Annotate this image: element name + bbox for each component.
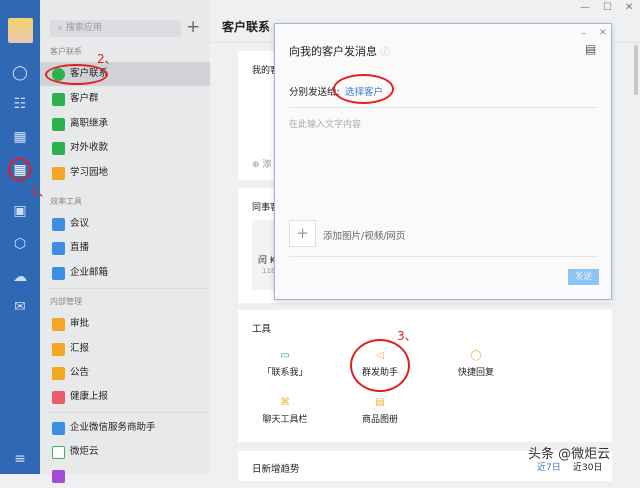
toolbar-icon: ⌘ [280, 397, 290, 408]
close-icon[interactable]: ✕ [599, 28, 607, 38]
album-icon: ▤ [375, 397, 385, 408]
sidebar-item-notice[interactable]: 公告 [40, 361, 210, 385]
annotation-step-2: 2、 [97, 52, 117, 66]
trend-title: 日新增趋势 [252, 464, 300, 475]
drive-icon[interactable]: ⬡ [11, 235, 29, 253]
app-rail: ◯ ☷ ▦ ▦ ▣ ⬡ ☁ ✉ ≡ [0, 0, 40, 474]
info-icon[interactable]: ⓘ [381, 48, 390, 58]
dialog-title-text: 向我的客户发消息 [289, 45, 377, 58]
annotation-step-3: 3、 [397, 329, 417, 343]
tool-product-album[interactable]: ▤ 商品图册 [345, 397, 415, 425]
section-label: 效率工具 [50, 197, 82, 206]
item-label: 企业邮箱 [70, 267, 109, 278]
sidebar-item-report[interactable]: 汇报 [40, 337, 210, 361]
tool-label: 快捷回复 [457, 368, 494, 378]
annotation-step-1: 1、 [31, 185, 51, 199]
add-media-button[interactable]: + [289, 220, 316, 247]
sidebar-item-payment[interactable]: 对外收款 [40, 136, 210, 160]
sidebar-item-customer-group[interactable]: 客户群 [40, 87, 210, 111]
tools-card: 工具 ▭ 「联系我」 ◁ 群发助手 ◯ 快捷回复 ⌘ 聊天工具栏 ▤ 商品图册 [238, 310, 612, 442]
add-button[interactable]: ⊕ 添 [252, 157, 271, 170]
item-label: 微炬云 [70, 446, 99, 457]
divider [48, 288, 208, 289]
send-button[interactable]: 发送 [568, 269, 599, 285]
annotation-circle-1 [8, 158, 31, 181]
scrollbar[interactable] [634, 45, 638, 95]
message-textarea[interactable]: 在此输入文字内容 [289, 117, 597, 227]
tool-label: 聊天工具栏 [262, 415, 308, 425]
sidebar-item-provider-assistant[interactable]: 企业微信服务商助手 [40, 416, 210, 440]
sidebar-item-weijuyun[interactable]: 微炬云 [40, 440, 210, 464]
item-label: 对外收款 [70, 142, 109, 153]
section-label: 内部管理 [50, 297, 82, 306]
annotation-circle-modal [333, 74, 394, 104]
send-to-label: 分别发送给: [289, 87, 340, 98]
sidebar-item-resign-inherit[interactable]: 离职继承 [40, 112, 210, 136]
cloud-icon[interactable]: ☁ [11, 268, 29, 286]
search-input[interactable]: ⌕ 搜索应用 [50, 20, 181, 37]
calendar-icon[interactable]: ▦ [11, 128, 29, 146]
sidebar-item-mail[interactable]: 企业邮箱 [40, 261, 210, 285]
watermark: 头条 @微炬云 [528, 447, 611, 462]
tool-quick-reply[interactable]: ◯ 快捷回复 [441, 350, 511, 378]
sidebar-item-more[interactable] [40, 464, 210, 488]
item-label: 离职继承 [70, 118, 109, 129]
textarea-placeholder: 在此输入文字内容 [289, 120, 362, 130]
add-label: 添 [262, 160, 272, 170]
org-chart-icon[interactable]: ☷ [11, 95, 29, 113]
item-label: 公告 [70, 367, 90, 378]
minimize-icon[interactable]: — [580, 2, 590, 13]
reply-icon: ◯ [470, 350, 482, 361]
tools-title: 工具 [252, 324, 272, 335]
item-label: 学习园地 [70, 167, 109, 178]
sidebar-item-live[interactable]: 直播 [40, 236, 210, 260]
sidebar-item-approval[interactable]: 审批 [40, 312, 210, 336]
item-label: 健康上报 [70, 391, 109, 402]
annotation-circle-3 [350, 339, 410, 392]
menu-icon[interactable]: ≡ [11, 450, 29, 468]
sidebar-item-learning[interactable]: 学习园地 [40, 161, 210, 185]
send-message-dialog: – ✕ 向我的客户发消息 ⓘ ▤ 分别发送给: 选择客户 在此输入文字内容 + … [274, 23, 612, 300]
tool-label: 「联系我」 [262, 368, 308, 378]
doc-icon[interactable]: ▣ [11, 202, 29, 220]
add-media-label[interactable]: 添加图片/视频/网页 [323, 228, 405, 242]
item-label: 直播 [70, 242, 90, 253]
tool-chat-toolbar[interactable]: ⌘ 聊天工具栏 [250, 397, 320, 425]
maximize-icon[interactable]: ☐ [603, 2, 612, 13]
page-title: 客户联系 [222, 20, 271, 34]
message-icon: ▭ [280, 350, 290, 361]
annotation-circle-2 [45, 64, 108, 85]
add-app-button[interactable]: + [186, 17, 200, 37]
item-label: 审批 [70, 318, 90, 329]
minimize-icon[interactable]: – [581, 28, 586, 39]
dialog-title: 向我的客户发消息 ⓘ [289, 43, 390, 59]
item-label: 汇报 [70, 343, 90, 354]
item-label: 会议 [70, 218, 90, 229]
history-icon[interactable]: ▤ [585, 42, 596, 56]
sidebar-item-meeting[interactable]: 会议 [40, 212, 210, 236]
mail-icon[interactable]: ✉ [11, 298, 29, 316]
divider [48, 412, 208, 413]
avatar[interactable] [8, 18, 33, 43]
item-label: 企业微信服务商助手 [70, 422, 156, 433]
divider [289, 256, 597, 257]
section-label: 客户联系 [50, 47, 82, 56]
close-icon[interactable]: ✕ [625, 2, 633, 13]
tool-contact-me[interactable]: ▭ 「联系我」 [250, 350, 320, 378]
item-label: 客户群 [70, 93, 99, 104]
tool-label: 商品图册 [361, 415, 398, 425]
divider [289, 107, 597, 108]
search-placeholder: 搜索应用 [65, 23, 102, 33]
sidebar-item-health[interactable]: 健康上报 [40, 385, 210, 409]
chat-icon[interactable]: ◯ [11, 64, 29, 82]
